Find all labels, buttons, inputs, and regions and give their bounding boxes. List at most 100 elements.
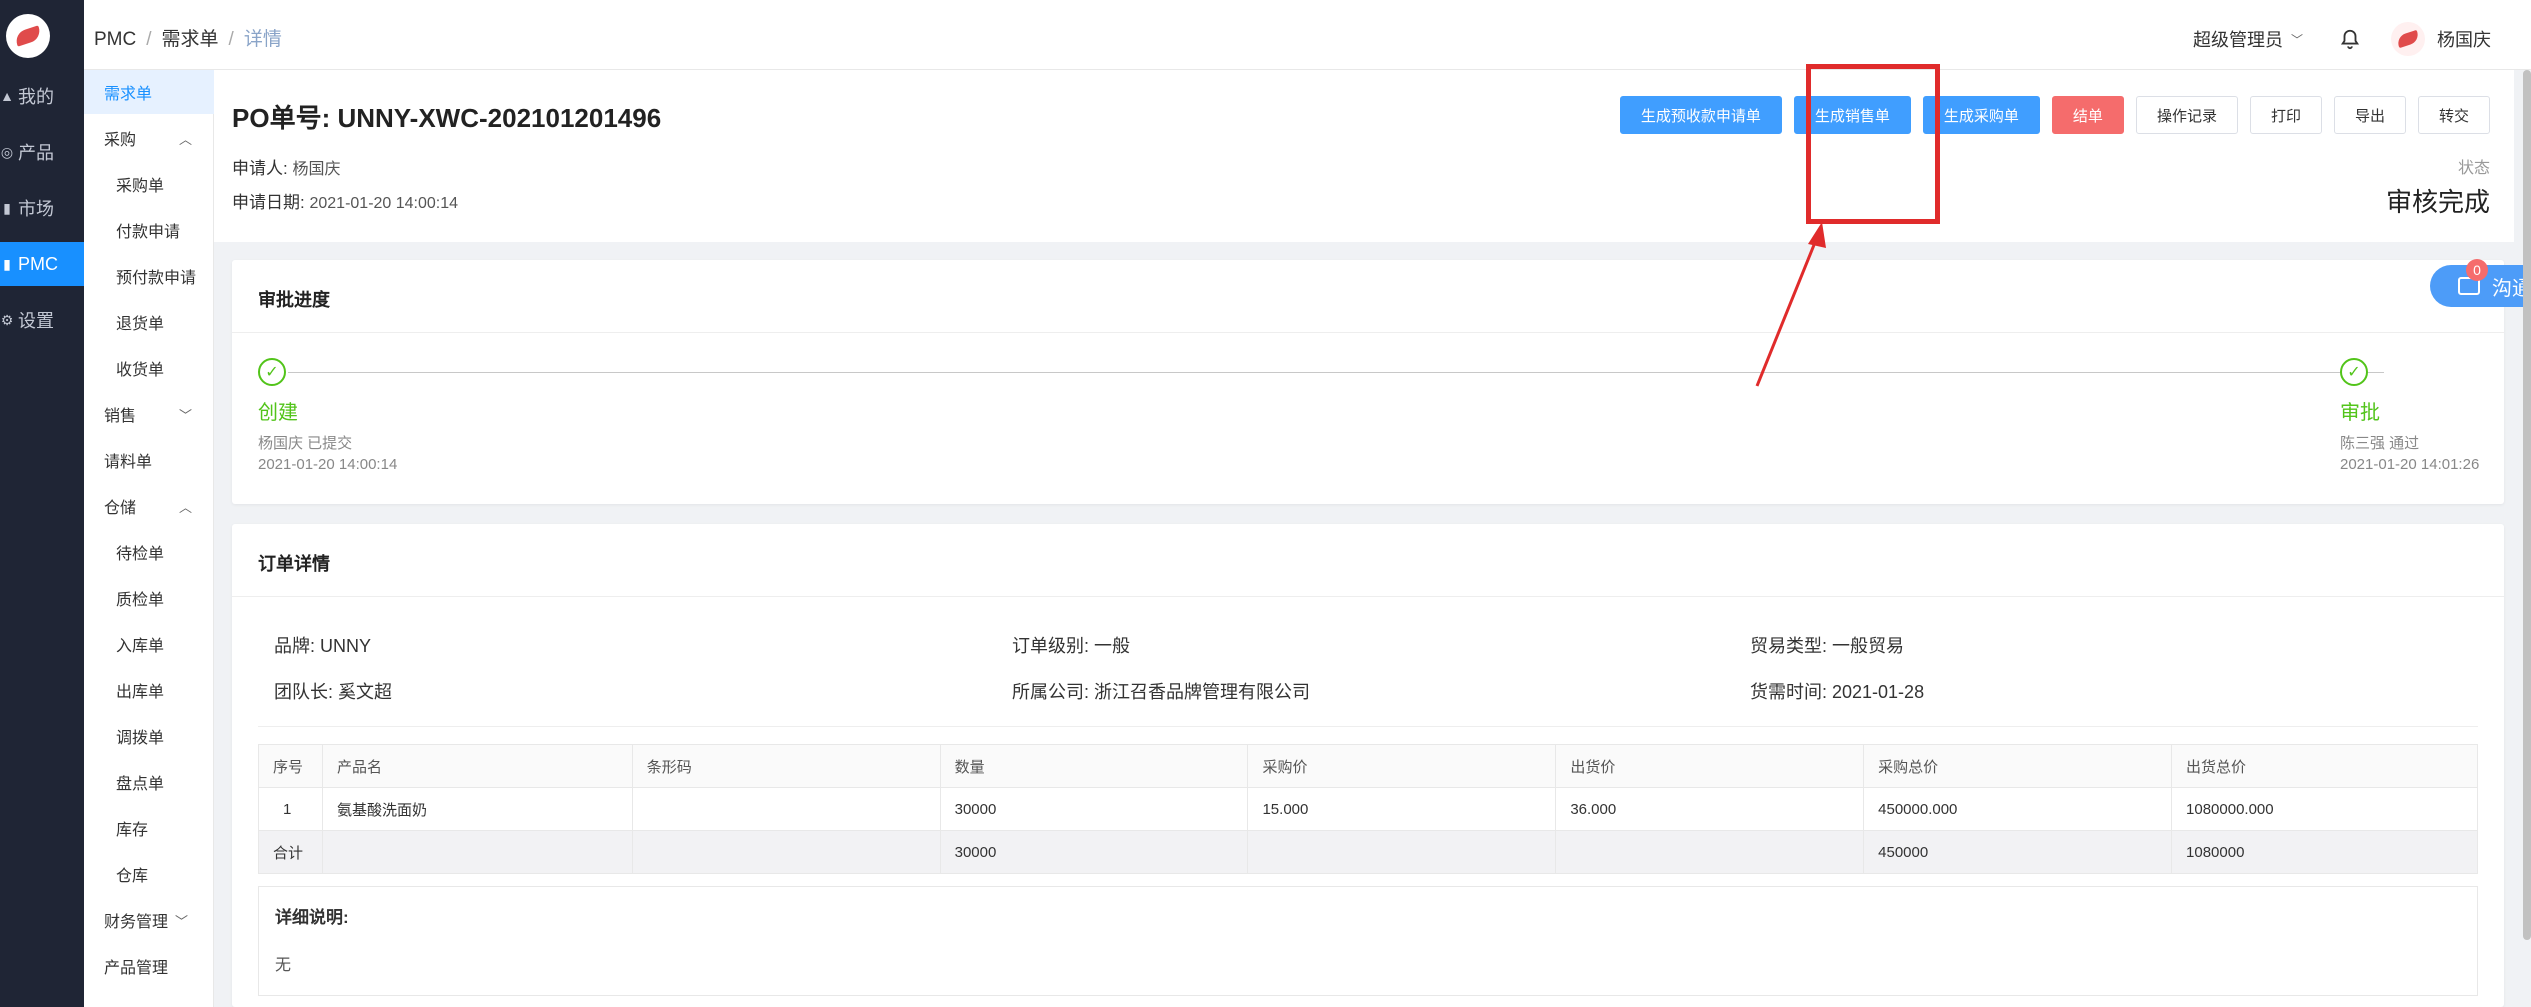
sidebar-item-label: 盘点单: [116, 776, 165, 793]
sidebar-item-receipt-order[interactable]: 收货单: [84, 346, 214, 390]
nav-my-label: 我的: [18, 87, 54, 107]
column-header: 采购总价: [1863, 744, 2173, 788]
sidebar-item-prepayment-request[interactable]: 预付款申请: [84, 254, 214, 298]
sidebar-item-outbound[interactable]: 出库单: [84, 668, 214, 712]
table-total-row: 合计 30000 450000 1080000: [258, 830, 2478, 874]
step-actor: 陈三强 通过: [2340, 435, 2420, 452]
table-cell: [631, 830, 941, 874]
chat-badge: 0: [2466, 259, 2488, 281]
page-title: PO单号: UNNY-XWC-202101201496: [232, 103, 662, 133]
apply-date-row: 申请日期: 2021-01-20 14:00:14: [232, 188, 458, 213]
column-header: 出货总价: [2171, 744, 2478, 788]
nav-pmc-label: PMC: [18, 253, 58, 274]
app-logo[interactable]: [6, 14, 50, 58]
sidebar-item-label: 仓储: [104, 500, 137, 517]
nav-settings-label: 设置: [18, 311, 54, 331]
sidebar-item-payment-request[interactable]: 付款申请: [84, 208, 214, 252]
top-bar: PMC / 需求单 / 详情 超级管理员 ﹀ 杨国庆: [84, 0, 2531, 70]
sidebar-item-warehouse-list[interactable]: 仓库: [84, 852, 214, 896]
bell-icon[interactable]: [2339, 28, 2361, 50]
user-name[interactable]: 杨国庆: [2437, 26, 2491, 52]
sidebar-group-finance[interactable]: 财务管理 ﹀: [84, 898, 214, 942]
sidebar-item-transfer[interactable]: 调拨单: [84, 714, 214, 758]
table-cell: 15.000: [1247, 787, 1557, 831]
chevron-up-icon: ︿: [178, 499, 192, 515]
export-button[interactable]: 导出: [2333, 96, 2406, 134]
order-detail-card: 订单详情 品牌: UNNY 订单级别: 一般 贸易类型: 一般贸易 团队长: 奚…: [232, 524, 2504, 1007]
close-order-button[interactable]: 结单: [2051, 96, 2124, 134]
column-header: 采购价: [1247, 744, 1557, 788]
column-header: 序号: [258, 744, 323, 788]
apply-date-value: 2021-01-20 14:00:14: [309, 195, 459, 212]
step-name: 创建: [258, 402, 298, 424]
table-cell: [1555, 830, 1865, 874]
sidebar-item-stocktake[interactable]: 盘点单: [84, 760, 214, 804]
print-button[interactable]: 打印: [2249, 96, 2322, 134]
nav-settings[interactable]: ⚙ 设置: [0, 298, 84, 342]
sidebar-item-label: 销售: [104, 408, 137, 425]
sidebar-item-label: 请料单: [104, 454, 153, 471]
breadcrumb: PMC / 需求单 / 详情: [94, 24, 282, 51]
sidebar-item-label: 收货单: [116, 362, 165, 379]
approval-progress-card: 审批进度 ✓ 创建 杨国庆 已提交 2021-01-20 14:00:14 ✓ …: [232, 260, 2504, 504]
generate-purchase-order-button[interactable]: 生成采购单: [1922, 96, 2040, 134]
order-items-table: 序号 产品名 条形码 数量 采购价 出货价 采购总价 出货总价 1 氨基酸洗面奶…: [258, 744, 2478, 874]
sidebar-group-purchase[interactable]: 采购 ︿: [84, 116, 214, 160]
sidebar-item-pending-inspection[interactable]: 待检单: [84, 530, 214, 574]
sidebar-item-product-mgmt[interactable]: 产品管理: [84, 944, 214, 988]
sidebar-item-inventory[interactable]: 库存: [84, 806, 214, 850]
sidebar-group-warehouse[interactable]: 仓储 ︿: [84, 484, 214, 528]
apply-date-label: 申请日期:: [232, 193, 305, 212]
divider: [232, 332, 2504, 333]
sidebar-item-return-order[interactable]: 退货单: [84, 300, 214, 344]
description-value: 无: [275, 957, 292, 974]
nav-product[interactable]: ◎ 产品: [0, 130, 84, 174]
table-cell: 合计: [258, 830, 323, 874]
progress-line: [288, 372, 2384, 373]
team-leader-info: 团队长: 奚文超: [274, 682, 393, 702]
applicant-value: 杨国庆: [292, 161, 341, 178]
generate-prepay-request-button[interactable]: 生成预收款申请单: [1619, 96, 1782, 134]
avatar[interactable]: [2391, 22, 2425, 56]
breadcrumb-pmc[interactable]: PMC: [94, 29, 136, 50]
sidebar-item-material-request[interactable]: 请料单: [84, 438, 214, 482]
role-dropdown[interactable]: 超级管理员: [2193, 26, 2283, 52]
description-title: 详细说明:: [275, 908, 349, 927]
product-icon: ◎: [0, 143, 14, 160]
sidebar-item-demand[interactable]: 需求单: [84, 70, 214, 114]
breadcrumb-detail: 详情: [243, 29, 282, 50]
sub-sidebar: 需求单 采购 ︿ 采购单 付款申请 预付款申请 退货单 收货单 销售 ﹀ 请料单 仓…: [84, 70, 214, 1007]
breadcrumb-demand[interactable]: 需求单: [162, 29, 219, 50]
sidebar-item-quality-inspection[interactable]: 质检单: [84, 576, 214, 620]
sidebar-item-purchase-order[interactable]: 采购单: [84, 162, 214, 206]
applicant-row: 申请人: 杨国庆: [232, 154, 340, 179]
annotation-highlight-box: [1806, 64, 1940, 224]
step-name: 审批: [2340, 402, 2380, 424]
scrollbar[interactable]: [2523, 70, 2531, 940]
table-cell: [631, 787, 941, 831]
chevron-down-icon[interactable]: ﹀: [2291, 31, 2303, 48]
order-level-info: 订单级别: 一般: [1012, 636, 1131, 656]
nav-my[interactable]: ▲ 我的: [0, 74, 84, 118]
column-header: 出货价: [1555, 744, 1865, 788]
trade-type-info: 贸易类型: 一般贸易: [1750, 636, 1905, 656]
company-info: 所属公司: 浙江召香品牌管理有限公司: [1012, 682, 1311, 702]
chevron-up-icon: ︿: [178, 131, 192, 147]
sidebar-item-label: 质检单: [116, 592, 165, 609]
sidebar-item-label: 调拨单: [116, 730, 165, 747]
action-toolbar: 生成预收款申请单 生成销售单 生成采购单 结单 操作记录 打印 导出 转交: [1619, 96, 2490, 134]
sidebar-group-sales[interactable]: 销售 ﹀: [84, 392, 214, 436]
nav-pmc[interactable]: ▮ PMC: [0, 242, 84, 286]
brand-info: 品牌: UNNY: [274, 636, 372, 656]
nav-market[interactable]: ▮ 市场: [0, 186, 84, 230]
check-circle-icon: ✓: [2340, 358, 2368, 386]
sidebar-item-label: 采购: [104, 132, 137, 149]
transfer-button[interactable]: 转交: [2417, 96, 2490, 134]
sidebar-item-label: 需求单: [104, 86, 153, 103]
nav-product-label: 产品: [18, 143, 54, 163]
operation-log-button[interactable]: 操作记录: [2135, 96, 2238, 134]
description-box: 详细说明: 无: [258, 886, 2478, 996]
table-header-row: 序号 产品名 条形码 数量 采购价 出货价 采购总价 出货总价: [258, 744, 2478, 788]
sidebar-item-inbound[interactable]: 入库单: [84, 622, 214, 666]
table-cell: 450000: [1863, 830, 2173, 874]
